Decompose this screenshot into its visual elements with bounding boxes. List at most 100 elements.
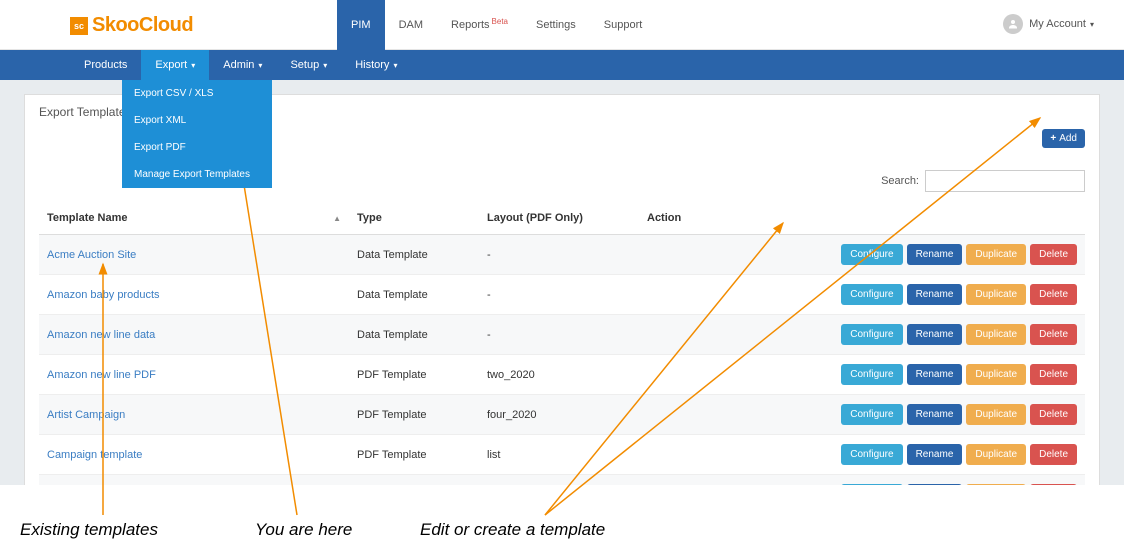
annotation-edit-create: Edit or create a template xyxy=(420,520,605,540)
template-layout: - xyxy=(479,315,639,355)
template-type: PDF Template xyxy=(349,395,479,435)
template-name-link[interactable]: Campaign template xyxy=(39,435,349,475)
template-layout: four_2020 xyxy=(479,395,639,435)
table-row: Artist CampaignPDF Templatefour_2020 Conf… xyxy=(39,395,1085,435)
rename-button[interactable]: Rename xyxy=(907,324,963,345)
rename-button[interactable]: Rename xyxy=(907,364,963,385)
table-row: Acme Auction SiteData Template- Configure… xyxy=(39,235,1085,275)
table-row: Amazon new line dataData Template- Config… xyxy=(39,315,1085,355)
rename-button[interactable]: Rename xyxy=(907,404,963,425)
nav-settings[interactable]: Settings xyxy=(522,0,590,50)
reports-beta-badge: Beta xyxy=(492,17,508,26)
templates-table: Template Name ▲ Type Layout (PDF Only) A… xyxy=(39,202,1085,485)
configure-button[interactable]: Configure xyxy=(841,364,902,385)
bluenav-setup[interactable]: Setup ▾ xyxy=(276,50,341,80)
duplicate-button[interactable]: Duplicate xyxy=(966,404,1026,425)
configure-button[interactable]: Configure xyxy=(841,484,902,485)
chevron-down-icon: ▾ xyxy=(258,61,262,70)
template-name-link[interactable]: Acme Auction Site xyxy=(39,235,349,275)
rename-button[interactable]: Rename xyxy=(907,284,963,305)
search-input[interactable] xyxy=(925,170,1085,192)
dropdown-manage-templates[interactable]: Manage Export Templates xyxy=(122,161,272,188)
template-name-link[interactable]: Amazon baby products xyxy=(39,275,349,315)
table-row: Campaign templatePDF Templatelist Configu… xyxy=(39,435,1085,475)
delete-button[interactable]: Delete xyxy=(1030,284,1077,305)
duplicate-button[interactable]: Duplicate xyxy=(966,244,1026,265)
template-name-link[interactable]: Debenhams new line data xyxy=(39,475,349,486)
sort-asc-icon: ▲ xyxy=(333,214,341,223)
my-account-menu[interactable]: My Account ▾ xyxy=(1003,14,1094,34)
nav-dam[interactable]: DAM xyxy=(385,0,437,50)
template-name-link[interactable]: Amazon new line PDF xyxy=(39,355,349,395)
configure-button[interactable]: Configure xyxy=(841,324,902,345)
delete-button[interactable]: Delete xyxy=(1030,404,1077,425)
duplicate-button[interactable]: Duplicate xyxy=(966,284,1026,305)
duplicate-button[interactable]: Duplicate xyxy=(966,324,1026,345)
table-row: Amazon new line PDFPDF Templatetwo_2020 C… xyxy=(39,355,1085,395)
bluenav-export[interactable]: Export ▾ xyxy=(141,50,209,80)
duplicate-button[interactable]: Duplicate xyxy=(966,444,1026,465)
nav-reports[interactable]: Reports Beta xyxy=(437,0,522,50)
template-type: PDF Template xyxy=(349,355,479,395)
template-type: Data Template xyxy=(349,315,479,355)
bluenav-history-label: History xyxy=(355,59,389,71)
template-name-link[interactable]: Amazon new line data xyxy=(39,315,349,355)
configure-button[interactable]: Configure xyxy=(841,244,902,265)
template-type: Data Template xyxy=(349,235,479,275)
nav-reports-label: Reports xyxy=(451,19,490,31)
template-layout: two_2020 xyxy=(479,355,639,395)
logo-square: sc xyxy=(70,17,88,35)
search-label: Search: xyxy=(881,175,919,187)
rename-button[interactable]: Rename xyxy=(907,444,963,465)
annotation-existing-templates: Existing templates xyxy=(20,520,158,540)
dropdown-export-csv[interactable]: Export CSV / XLS xyxy=(122,80,272,107)
logo-text: SkooCloud xyxy=(92,14,193,37)
col-template-name[interactable]: Template Name ▲ xyxy=(39,202,349,235)
add-button-label: Add xyxy=(1059,133,1077,144)
template-type: PDF Template xyxy=(349,435,479,475)
plus-icon: + xyxy=(1050,133,1056,144)
table-row: Debenhams new line dataData Template- Con… xyxy=(39,475,1085,486)
nav-support[interactable]: Support xyxy=(590,0,657,50)
bluenav-products[interactable]: Products xyxy=(70,50,141,80)
bluenav-history[interactable]: History ▾ xyxy=(341,50,411,80)
configure-button[interactable]: Configure xyxy=(841,284,902,305)
template-type: Data Template xyxy=(349,275,479,315)
export-dropdown: Export CSV / XLS Export XML Export PDF M… xyxy=(122,80,272,188)
dropdown-export-xml[interactable]: Export XML xyxy=(122,107,272,134)
bluenav-admin[interactable]: Admin ▾ xyxy=(209,50,276,80)
col-action: Action xyxy=(639,202,1085,235)
col-type[interactable]: Type xyxy=(349,202,479,235)
dropdown-export-pdf[interactable]: Export PDF xyxy=(122,134,272,161)
template-layout: list xyxy=(479,435,639,475)
add-button[interactable]: + Add xyxy=(1042,129,1085,148)
table-row: Amazon baby productsData Template- Config… xyxy=(39,275,1085,315)
duplicate-button[interactable]: Duplicate xyxy=(966,484,1026,485)
bluenav-admin-label: Admin xyxy=(223,59,254,71)
rename-button[interactable]: Rename xyxy=(907,244,963,265)
template-name-link[interactable]: Artist Campaign xyxy=(39,395,349,435)
template-layout: - xyxy=(479,235,639,275)
my-account-label: My Account xyxy=(1029,18,1086,30)
logo[interactable]: sc SkooCloud xyxy=(70,14,193,37)
delete-button[interactable]: Delete xyxy=(1030,484,1077,485)
col-layout[interactable]: Layout (PDF Only) xyxy=(479,202,639,235)
chevron-down-icon: ▾ xyxy=(1090,20,1094,29)
nav-pim[interactable]: PIM xyxy=(337,0,385,50)
delete-button[interactable]: Delete xyxy=(1030,244,1077,265)
bluenav-export-label: Export xyxy=(155,59,187,71)
delete-button[interactable]: Delete xyxy=(1030,364,1077,385)
delete-button[interactable]: Delete xyxy=(1030,324,1077,345)
delete-button[interactable]: Delete xyxy=(1030,444,1077,465)
duplicate-button[interactable]: Duplicate xyxy=(966,364,1026,385)
chevron-down-icon: ▾ xyxy=(393,61,397,70)
template-layout: - xyxy=(479,475,639,486)
rename-button[interactable]: Rename xyxy=(907,484,963,485)
configure-button[interactable]: Configure xyxy=(841,404,902,425)
avatar-icon xyxy=(1003,14,1023,34)
col-template-name-label: Template Name xyxy=(47,212,128,224)
template-type: Data Template xyxy=(349,475,479,486)
template-layout: - xyxy=(479,275,639,315)
configure-button[interactable]: Configure xyxy=(841,444,902,465)
chevron-down-icon: ▾ xyxy=(323,61,327,70)
